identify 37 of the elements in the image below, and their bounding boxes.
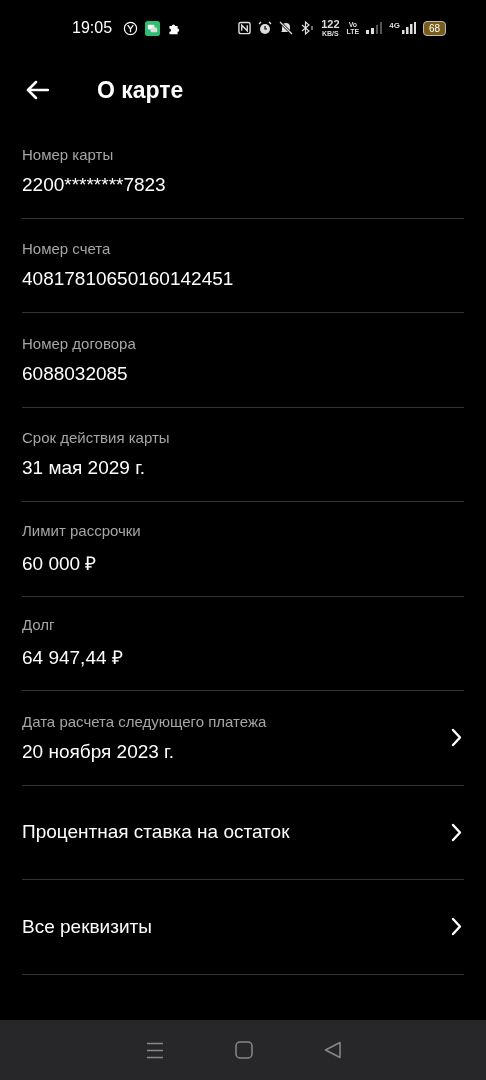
bluetooth-icon <box>300 21 315 35</box>
field-label: Номер счета <box>22 240 112 258</box>
field-value: 60 000 ₽ <box>22 551 98 576</box>
field-value: 2200********7823 <box>22 173 167 196</box>
field-label: Номер договора <box>22 334 137 352</box>
chevron-right-icon[interactable] <box>451 822 462 842</box>
chevron-right-icon[interactable] <box>451 917 462 937</box>
field-value: 20 ноября 2023 г. <box>22 740 175 763</box>
home-square-icon[interactable] <box>234 1041 253 1059</box>
circle-y-icon <box>123 20 139 36</box>
field-label: Срок действия карты <box>22 429 171 447</box>
muted-bell-icon <box>279 21 294 35</box>
page-title: О карте <box>97 76 184 104</box>
menu-item-label[interactable]: Процентная ставка на остаток <box>22 821 290 844</box>
field-label: Лимит рассрочки <box>22 521 142 539</box>
status-time: 19:05 <box>72 19 113 37</box>
back-triangle-icon[interactable] <box>323 1041 341 1059</box>
field-label: Номер карты <box>22 145 115 163</box>
puzzle-icon <box>167 21 181 35</box>
field-value: 40817810650160142451 <box>22 268 235 291</box>
nfc-icon <box>238 21 252 35</box>
chevron-right-icon[interactable] <box>451 728 462 748</box>
network-type: 4G <box>389 21 400 30</box>
chat-app-icon <box>145 20 161 36</box>
signal-icon <box>401 22 416 34</box>
menu-item-label[interactable]: Все реквизиты <box>22 915 152 938</box>
back-arrow-icon[interactable] <box>25 80 49 100</box>
field-label: Долг <box>22 616 56 634</box>
field-label: Дата расчета следующего платежа <box>22 712 268 730</box>
field-value: 31 мая 2029 г. <box>22 457 147 480</box>
signal-icon <box>366 22 383 34</box>
field-value: 6088032085 <box>22 362 129 385</box>
menu-icon[interactable] <box>145 1041 164 1059</box>
battery-level: 68 <box>422 20 446 36</box>
field-value: 64 947,44 ₽ <box>22 646 124 671</box>
network-speed: 122 <box>321 19 340 30</box>
alarm-icon <box>258 21 273 35</box>
